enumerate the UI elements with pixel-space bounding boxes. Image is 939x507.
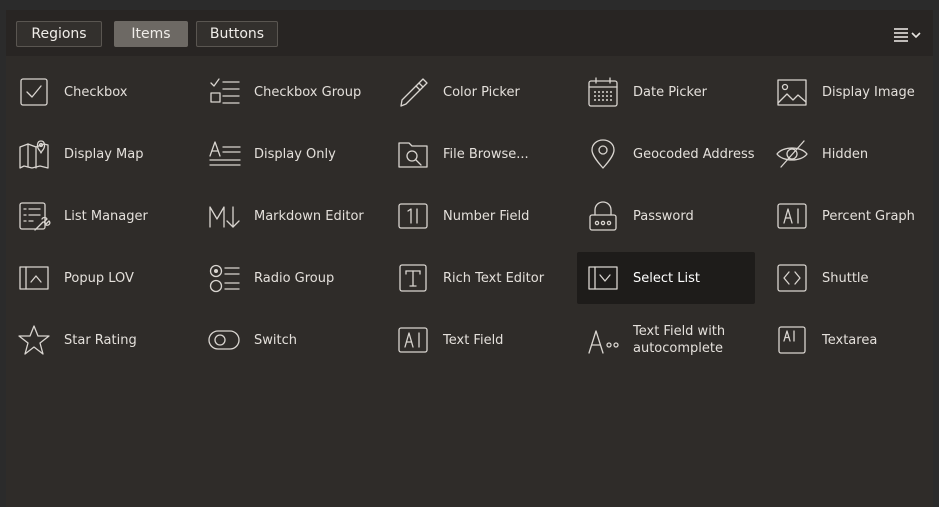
item-display-map[interactable]: Display Map xyxy=(8,128,186,180)
item-label: Select List xyxy=(633,270,700,286)
checkbox-group-icon xyxy=(206,75,242,109)
item-password[interactable]: Password xyxy=(577,190,755,242)
item-checkbox-group[interactable]: Checkbox Group xyxy=(198,66,376,118)
item-label: Display Map xyxy=(64,146,144,162)
item-label: Text Field with autocomplete xyxy=(633,324,726,356)
item-label: Display Image xyxy=(822,84,915,100)
item-display-only[interactable]: Display Only xyxy=(198,128,376,180)
item-label: Text Field xyxy=(443,332,504,348)
item-label: Markdown Editor xyxy=(254,208,364,224)
item-switch[interactable]: Switch xyxy=(198,314,376,366)
text-field-autocomplete-icon xyxy=(585,323,621,357)
item-label: Percent Graph xyxy=(822,208,915,224)
display-image-icon xyxy=(774,75,810,109)
item-color-picker[interactable]: Color Picker xyxy=(387,66,565,118)
item-label: Geocoded Address xyxy=(633,146,755,162)
item-text-field-autocomplete[interactable]: Text Field with autocomplete xyxy=(577,314,755,366)
markdown-editor-icon xyxy=(206,199,242,233)
textarea-icon xyxy=(774,323,810,357)
password-icon xyxy=(585,199,621,233)
item-label: Shuttle xyxy=(822,270,869,286)
shuttle-icon xyxy=(774,261,810,295)
color-picker-icon xyxy=(395,75,431,109)
rich-text-editor-icon xyxy=(395,261,431,295)
date-picker-icon xyxy=(585,75,621,109)
item-text-field[interactable]: Text Field xyxy=(387,314,565,366)
item-popup-lov[interactable]: Popup LOV xyxy=(8,252,186,304)
item-label: Popup LOV xyxy=(64,270,134,286)
item-select-list[interactable]: Select List xyxy=(577,252,755,304)
hidden-icon xyxy=(774,137,810,171)
item-number-field[interactable]: Number Field xyxy=(387,190,565,242)
tab-items[interactable]: Items xyxy=(114,21,188,47)
palette-toolbar: Regions Items Buttons xyxy=(6,10,933,56)
item-label: Display Only xyxy=(254,146,336,162)
radio-group-icon xyxy=(206,261,242,295)
item-label: Switch xyxy=(254,332,297,348)
item-label: Hidden xyxy=(822,146,869,162)
item-rich-text-editor[interactable]: Rich Text Editor xyxy=(387,252,565,304)
list-manager-icon xyxy=(16,199,52,233)
item-label: Color Picker xyxy=(443,84,520,100)
item-radio-group[interactable]: Radio Group xyxy=(198,252,376,304)
item-label: Checkbox Group xyxy=(254,84,362,100)
popup-lov-icon xyxy=(16,261,52,295)
item-label: File Browse... xyxy=(443,146,529,162)
item-label: Date Picker xyxy=(633,84,707,100)
number-field-icon xyxy=(395,199,431,233)
chevron-down-icon xyxy=(912,33,920,37)
percent-graph-icon xyxy=(774,199,810,233)
item-label: Password xyxy=(633,208,694,224)
geocoded-address-icon xyxy=(585,137,621,171)
item-display-image[interactable]: Display Image xyxy=(766,66,939,118)
item-textarea[interactable]: Textarea xyxy=(766,314,939,366)
item-list-manager[interactable]: List Manager xyxy=(8,190,186,242)
star-rating-icon xyxy=(16,323,52,357)
item-star-rating[interactable]: Star Rating xyxy=(8,314,186,366)
item-geocoded-address[interactable]: Geocoded Address xyxy=(577,128,755,180)
switch-icon xyxy=(206,323,242,357)
item-palette-panel: Regions Items Buttons Checkbox Checkbox G… xyxy=(6,10,933,507)
hamburger-menu-icon xyxy=(891,22,925,46)
item-label: Star Rating xyxy=(64,332,137,348)
checkbox-icon xyxy=(16,75,52,109)
tab-regions[interactable]: Regions xyxy=(16,21,102,47)
item-label: Textarea xyxy=(822,332,878,348)
item-label: Rich Text Editor xyxy=(443,270,545,286)
display-map-icon xyxy=(16,137,52,171)
select-list-icon xyxy=(585,261,621,295)
item-label: List Manager xyxy=(64,208,148,224)
text-field-icon xyxy=(395,323,431,357)
item-file-browse[interactable]: File Browse... xyxy=(387,128,565,180)
display-only-icon xyxy=(206,137,242,171)
item-shuttle[interactable]: Shuttle xyxy=(766,252,939,304)
item-label: Number Field xyxy=(443,208,530,224)
item-checkbox[interactable]: Checkbox xyxy=(8,66,186,118)
item-markdown-editor[interactable]: Markdown Editor xyxy=(198,190,376,242)
item-label: Checkbox xyxy=(64,84,128,100)
file-browse-icon xyxy=(395,137,431,171)
item-label: Radio Group xyxy=(254,270,335,286)
item-hidden[interactable]: Hidden xyxy=(766,128,939,180)
tab-buttons[interactable]: Buttons xyxy=(196,21,278,47)
palette-menu-button[interactable] xyxy=(891,22,925,46)
item-percent-graph[interactable]: Percent Graph xyxy=(766,190,939,242)
item-date-picker[interactable]: Date Picker xyxy=(577,66,755,118)
